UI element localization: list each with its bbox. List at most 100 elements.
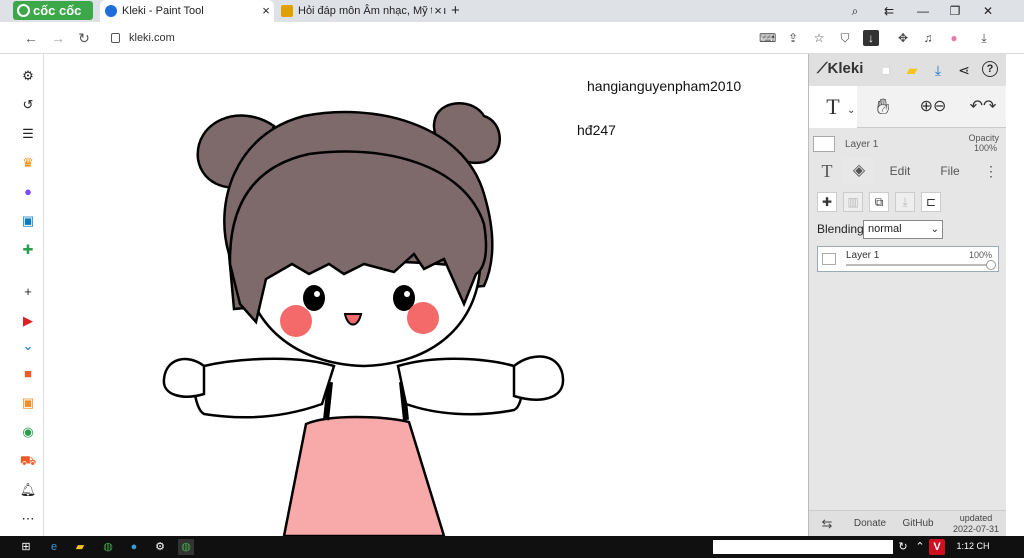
left-blush <box>280 305 312 337</box>
hand-tool-icon[interactable]: ✋︎ <box>859 86 907 128</box>
coupon-icon[interactable]: ▣ <box>18 393 38 413</box>
windows-taskbar: ⊞ e ▰ ◍ ● ⚙ ◍ ↻ ⌃ V 1:12 CH <box>0 536 1024 558</box>
reading-list-icon[interactable]: ☰ <box>18 124 38 144</box>
merge-layer-icon[interactable]: ⤓ <box>895 192 915 212</box>
tab-file[interactable]: File <box>933 158 967 184</box>
shield-icon[interactable]: ⛉ <box>837 30 853 46</box>
layer-list-item[interactable]: Layer 1 100% <box>817 246 999 272</box>
close-window-icon[interactable]: ✕ <box>973 0 1003 22</box>
map-icon[interactable]: ◉ <box>18 422 38 442</box>
layer-item-thumbnail <box>822 253 836 265</box>
more-menu-icon[interactable]: ⋮ <box>983 158 999 184</box>
game-controller-icon[interactable]: ✚ <box>18 240 38 260</box>
shopping-icon[interactable]: ■ <box>18 364 38 384</box>
kleki-panel: ⟋Kleki ■ ▰ ⤓ ⋖ ? T ⌄ ✋︎ ⊕⊖ ↶↷ Layer 1 Opa… <box>808 54 1007 537</box>
tab-edit[interactable]: Edit <box>883 158 917 184</box>
tab-title: Hỏi đáp môn Âm nhạc, Mỹ thuật <box>298 5 446 17</box>
settings-taskbar-icon[interactable]: ⚙ <box>152 539 168 555</box>
forward-arrow-icon[interactable]: → <box>49 29 67 47</box>
edge-icon[interactable]: e <box>46 539 62 555</box>
url-field[interactable]: kleki.com <box>103 27 743 49</box>
tab-kleki[interactable]: Kleki - Paint Tool × <box>100 0 274 22</box>
notification-bell-icon[interactable]: 🔔︎ <box>18 480 38 500</box>
github-link[interactable]: GitHub <box>897 511 939 537</box>
kleki-favicon-icon <box>105 5 117 17</box>
tab-hoidap[interactable]: Hỏi đáp môn Âm nhạc, Mỹ thuật × <box>276 0 446 22</box>
pig-savings-icon[interactable]: ● <box>946 30 962 46</box>
zalo-icon[interactable]: ▣ <box>18 211 38 231</box>
messenger-icon[interactable]: ● <box>18 182 38 202</box>
delete-layer-icon[interactable]: ▥ <box>843 192 863 212</box>
tab-search-icon[interactable]: ⌕ <box>840 0 870 22</box>
tab-title: Kleki - Paint Tool <box>122 5 204 17</box>
music-icon[interactable]: ♫ <box>920 30 936 46</box>
history-icon[interactable]: ↺ <box>18 95 38 115</box>
downloads-icon[interactable]: ⤓ <box>976 30 992 46</box>
share-icon[interactable]: ⇪ <box>785 30 801 46</box>
lock-icon <box>111 33 120 43</box>
kleki-logo-icon: ⟋ <box>817 60 828 77</box>
open-folder-icon[interactable]: ▰ <box>903 61 921 79</box>
left-hand <box>162 357 206 398</box>
minimize-icon[interactable]: — <box>908 0 938 22</box>
drawing-canvas[interactable]: hangianguyenpham2010 hđ247 <box>44 54 808 536</box>
translate-icon[interactable]: ⌨ <box>759 30 776 46</box>
donate-link[interactable]: Donate <box>849 511 891 537</box>
text-tool[interactable]: T ⌄ <box>809 86 857 128</box>
layer-opacity-slider[interactable] <box>846 264 992 266</box>
add-icon[interactable]: + <box>18 282 38 302</box>
zalo-taskbar-icon[interactable]: ● <box>126 539 142 555</box>
swap-panel-icon[interactable]: ⇆ <box>815 511 839 537</box>
undo-redo-icon[interactable]: ↶↷ <box>959 86 1007 128</box>
coccoc-menu-button[interactable]: cốc cốc <box>13 1 93 20</box>
share-icon[interactable]: ⋖ <box>955 61 973 79</box>
canvas-text-hd247: hđ247 <box>577 122 616 138</box>
more-options-icon[interactable]: ⋯ <box>18 509 38 529</box>
refresh-icon[interactable]: ↻ <box>895 539 911 555</box>
slider-handle[interactable] <box>986 260 996 270</box>
youtube-icon[interactable]: ▶ <box>18 311 38 331</box>
blending-value: normal <box>868 223 902 235</box>
rename-layer-icon[interactable]: ⊏ <box>921 192 941 212</box>
page-scrollbar[interactable] <box>1006 54 1024 536</box>
zoom-in-out-icon[interactable]: ⊕⊖ <box>909 86 957 128</box>
close-tab-icon[interactable]: × <box>432 0 444 22</box>
tab-layers-icon[interactable]: ◈ <box>843 158 875 184</box>
new-image-icon[interactable]: ■ <box>877 61 895 79</box>
crown-icon[interactable]: ♛ <box>18 153 38 173</box>
taskbar-search-box[interactable] <box>713 540 893 554</box>
new-tab-button[interactable]: + <box>451 0 460 21</box>
settings-gear-icon[interactable]: ⚙ <box>18 66 38 86</box>
tab-tool-settings[interactable]: T <box>815 158 839 184</box>
back-arrow-icon[interactable]: ← <box>22 29 40 47</box>
duplicate-layer-icon[interactable]: ⧉ <box>869 192 889 212</box>
extensions-icon[interactable]: ✥ <box>895 30 911 46</box>
url-text: kleki.com <box>129 32 175 44</box>
right-eye-shine <box>404 291 410 297</box>
coccoc-active-icon[interactable]: ◍ <box>178 539 194 555</box>
blending-select[interactable]: normal ⌄ <box>863 220 943 239</box>
tray-up-icon[interactable]: ⌃ <box>912 539 928 555</box>
download-page-icon[interactable]: ↓ <box>863 30 879 46</box>
file-explorer-icon[interactable]: ▰ <box>72 539 88 555</box>
layer-item-name: Layer 1 <box>846 250 880 261</box>
more-down-icon[interactable]: ⌄ <box>18 336 38 356</box>
brand-label: cốc cốc <box>33 3 82 18</box>
coccoc-taskbar-icon[interactable]: ◍ <box>100 539 116 555</box>
help-icon[interactable]: ? <box>982 61 998 77</box>
back-history-icon[interactable]: ⇇ <box>874 0 904 22</box>
close-tab-icon[interactable]: × <box>260 0 272 22</box>
cart-icon[interactable]: ⛟ <box>18 451 38 471</box>
reload-icon[interactable]: ↻ <box>75 29 93 47</box>
opacity-label: Opacity <box>968 133 999 143</box>
save-download-icon[interactable]: ⤓ <box>929 61 947 79</box>
vpn-icon[interactable]: V <box>929 539 945 555</box>
windows-start-icon[interactable]: ⊞ <box>18 539 34 555</box>
add-layer-icon[interactable]: ✚ <box>817 192 837 212</box>
maximize-icon[interactable]: ❐ <box>940 0 970 22</box>
hoidap-favicon-icon <box>281 5 293 17</box>
bookmark-star-icon[interactable]: ☆ <box>811 30 827 46</box>
current-layer-row[interactable]: Layer 1 Opacity 100% <box>809 128 1007 158</box>
right-hand <box>512 355 565 401</box>
right-blush <box>407 302 439 334</box>
